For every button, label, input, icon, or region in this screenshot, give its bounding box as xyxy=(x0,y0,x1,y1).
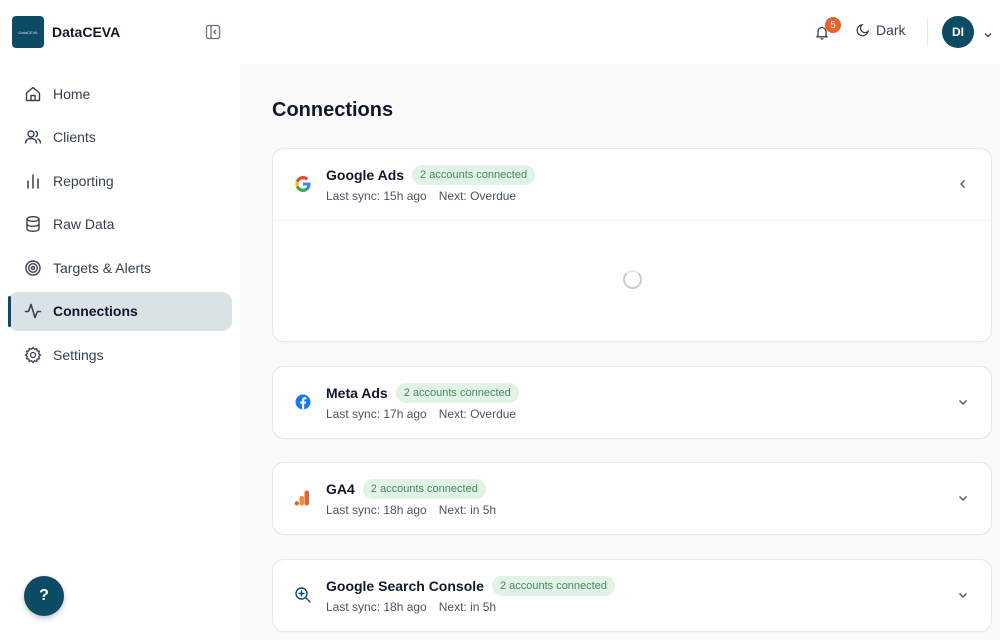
connection-card-header[interactable]: Meta Ads 2 accounts connected Last sync:… xyxy=(273,367,991,438)
connection-name: Google Ads xyxy=(326,167,405,183)
avatar[interactable]: DI xyxy=(942,16,974,48)
connection-title-row: GA4 2 accounts connected xyxy=(326,479,486,499)
connection-card-google-search-console: Google Search Console 2 accounts connect… xyxy=(272,559,992,632)
sidebar-item-reporting[interactable]: Reporting xyxy=(8,161,232,200)
connection-title-row: Meta Ads 2 accounts connected xyxy=(326,383,519,403)
connection-card-header[interactable]: Google Search Console 2 accounts connect… xyxy=(273,560,991,631)
next-sync-text: Next: in 5h xyxy=(438,503,497,517)
sidebar-nav: Home Clients Reporting Raw Data Targets … xyxy=(8,74,232,379)
status-badge: 2 accounts connected xyxy=(491,576,615,596)
chevron-down-icon[interactable] xyxy=(983,27,993,38)
next-sync-text: Next: Overdue xyxy=(438,407,517,421)
last-sync-text: Last sync: 18h ago xyxy=(326,600,427,614)
database-icon xyxy=(24,215,42,233)
connection-name: Meta Ads xyxy=(326,385,388,401)
sidebar-item-clients[interactable]: Clients xyxy=(8,118,232,157)
gear-icon xyxy=(24,345,42,364)
chevron-down-icon[interactable] xyxy=(956,395,970,409)
connection-card-ga4: GA4 2 accounts connected Last sync: 18h … xyxy=(272,462,992,535)
sidebar-item-label: Connections xyxy=(53,303,138,319)
home-icon xyxy=(24,85,42,103)
users-icon xyxy=(24,128,42,146)
brand[interactable]: DataCEVA DataCEVA xyxy=(12,16,120,48)
notification-badge: 5 xyxy=(825,17,841,33)
topbar-divider xyxy=(927,18,928,46)
sidebar-item-targets-alerts[interactable]: Targets & Alerts xyxy=(8,248,232,287)
brand-name: DataCEVA xyxy=(52,24,121,40)
help-button[interactable]: ? xyxy=(24,576,64,616)
connection-card-meta-ads: Meta Ads 2 accounts connected Last sync:… xyxy=(272,366,992,439)
connection-meta: Last sync: 18h ago Next: in 5h xyxy=(326,600,496,614)
next-sync-text: Next: Overdue xyxy=(438,189,517,203)
sidebar-item-label: Settings xyxy=(53,346,104,363)
last-sync-text: Last sync: 18h ago xyxy=(326,503,427,517)
sidebar-item-label: Reporting xyxy=(53,172,114,189)
activity-icon xyxy=(24,302,42,320)
connection-card-google-ads: Google Ads 2 accounts connected Last syn… xyxy=(272,148,992,342)
last-sync-text: Last sync: 15h ago xyxy=(326,189,427,203)
google-icon xyxy=(294,175,312,193)
connection-card-body xyxy=(273,220,991,341)
chevron-down-icon[interactable] xyxy=(956,588,970,602)
connection-card-header[interactable]: Google Ads 2 accounts connected Last syn… xyxy=(273,149,991,220)
brand-logo: DataCEVA xyxy=(12,16,44,48)
status-badge: 2 accounts connected xyxy=(412,165,536,185)
target-icon xyxy=(24,259,42,277)
connection-meta: Last sync: 15h ago Next: Overdue xyxy=(326,189,516,203)
bar-chart-icon xyxy=(24,172,42,190)
brand-logo-text: DataCEVA xyxy=(18,29,38,35)
sidebar: DataCEVA DataCEVA Home Clients Reporting… xyxy=(0,0,240,640)
chevron-left-icon[interactable] xyxy=(956,177,970,191)
status-badge: 2 accounts connected xyxy=(362,479,486,499)
sidebar-item-label: Clients xyxy=(53,129,96,145)
sidebar-item-connections[interactable]: Connections xyxy=(8,291,232,331)
sidebar-item-settings[interactable]: Settings xyxy=(8,335,232,374)
chevron-down-icon[interactable] xyxy=(956,491,970,505)
analytics-icon xyxy=(294,489,312,507)
sidebar-item-raw-data[interactable]: Raw Data xyxy=(8,205,232,244)
sidebar-item-label: Home xyxy=(53,85,91,102)
connection-meta: Last sync: 17h ago Next: Overdue xyxy=(326,407,516,421)
page-title: Connections xyxy=(272,99,394,121)
loading-spinner-icon xyxy=(623,270,642,289)
sidebar-item-label: Raw Data xyxy=(53,216,115,232)
status-badge: 2 accounts connected xyxy=(395,383,519,403)
connection-name: Google Search Console xyxy=(326,578,484,594)
sidebar-item-label: Targets & Alerts xyxy=(53,259,152,276)
sidebar-item-home[interactable]: Home xyxy=(8,74,232,113)
connection-meta: Last sync: 18h ago Next: in 5h xyxy=(326,503,496,517)
main-content: Connections Google Ads 2 accounts connec… xyxy=(240,64,1000,640)
moon-icon xyxy=(856,23,870,37)
connection-card-header[interactable]: GA4 2 accounts connected Last sync: 18h … xyxy=(273,463,991,534)
last-sync-text: Last sync: 17h ago xyxy=(326,407,427,421)
topbar: 5 Dark DI xyxy=(240,0,1000,64)
theme-toggle-button[interactable]: Dark xyxy=(856,22,906,38)
sidebar-collapse-icon[interactable] xyxy=(205,24,221,40)
theme-toggle-label: Dark xyxy=(876,22,906,38)
connection-title-row: Google Search Console 2 accounts connect… xyxy=(326,576,615,596)
next-sync-text: Next: in 5h xyxy=(438,600,497,614)
connection-title-row: Google Ads 2 accounts connected xyxy=(326,165,536,185)
connection-name: GA4 xyxy=(326,481,355,497)
facebook-icon xyxy=(294,393,312,411)
search-console-icon xyxy=(294,586,312,604)
